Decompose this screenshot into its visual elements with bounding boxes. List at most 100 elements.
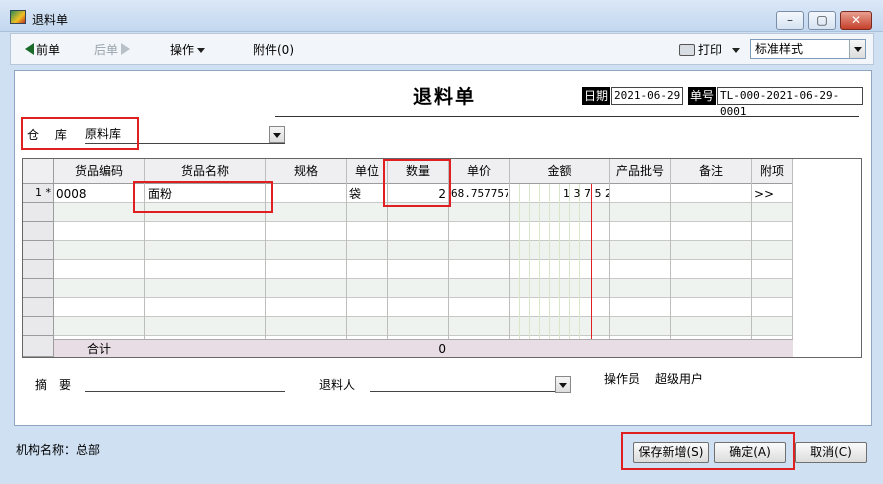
attachment-button[interactable]: 附件(0) [253, 41, 294, 58]
table-row[interactable] [23, 222, 793, 241]
col-divider [509, 159, 510, 357]
remark-input[interactable] [85, 391, 285, 392]
cell-batch[interactable] [612, 185, 669, 203]
amount-digit-line [579, 184, 580, 357]
row-header[interactable] [23, 241, 54, 260]
save-new-button[interactable]: 保存新增(S) [633, 442, 709, 463]
amount-digit-line [529, 184, 530, 357]
row-header[interactable] [23, 222, 54, 241]
minimize-button[interactable]: – [776, 11, 804, 30]
col-header-amount[interactable]: 金额 [510, 159, 610, 184]
col-header-note[interactable]: 备注 [671, 159, 752, 184]
form-panel: 退料单 日期 2021-06-29 单号 TL-000-2021-06-29-0… [14, 70, 872, 426]
returner-select[interactable] [370, 391, 570, 392]
col-header-extra[interactable]: 附项 [752, 159, 793, 184]
number-field[interactable]: TL-000-2021-06-29-0001 [717, 87, 863, 118]
summary-label: 合计 [87, 342, 112, 356]
org-name: 机构名称：总部 [16, 443, 101, 457]
close-button[interactable]: ✕ [840, 11, 872, 30]
next-button[interactable]: 后单 [94, 41, 131, 58]
print-style-select[interactable]: 标准样式 [750, 39, 866, 59]
form-title: 退料单 [413, 86, 477, 108]
col-header-qty[interactable]: 数量 [388, 159, 449, 184]
chevron-down-icon [732, 48, 741, 53]
amount-digit-line [549, 184, 550, 357]
col-header-batch[interactable]: 产品批号 [610, 159, 671, 184]
title-bar: 退料单 – ▢ ✕ [0, 0, 883, 32]
dropdown-arrow-icon[interactable] [269, 126, 285, 143]
col-divider [144, 159, 145, 357]
row-header[interactable] [23, 298, 54, 317]
table-row[interactable] [23, 203, 793, 222]
cell-price[interactable]: 68.757757 [451, 185, 508, 203]
table-row[interactable] [23, 279, 793, 298]
col-divider [792, 159, 793, 357]
table-row[interactable] [23, 260, 793, 279]
date-field[interactable]: 2021-06-29 [611, 87, 683, 105]
cell-note[interactable] [673, 185, 750, 203]
col-divider [387, 159, 388, 357]
print-button[interactable]: 打印 [679, 41, 741, 58]
col-header-unit[interactable]: 单位 [347, 159, 388, 184]
cell-spec[interactable] [268, 185, 344, 203]
cell-code[interactable]: 0008 [56, 185, 142, 203]
operator-value: 超级用户 [655, 372, 704, 386]
grid-corner [23, 159, 54, 184]
cell-amount[interactable]: 1 3 7 5 2 [563, 185, 609, 203]
remark-label: 摘 要 [35, 378, 72, 392]
chevron-down-icon [197, 48, 206, 53]
print-label: 打印 [698, 43, 723, 57]
number-label: 单号 [688, 87, 717, 105]
amount-decimal-line [591, 184, 592, 357]
col-header-name[interactable]: 货品名称 [145, 159, 266, 184]
table-row[interactable] [23, 298, 793, 317]
maximize-button[interactable]: ▢ [808, 11, 836, 30]
row-header[interactable] [23, 203, 54, 222]
print-style-value: 标准样式 [755, 42, 804, 56]
app-icon [10, 10, 26, 24]
confirm-button[interactable]: 确定(A) [714, 442, 786, 463]
cell-name[interactable]: 面粉 [148, 185, 264, 203]
cell-qty[interactable]: 2 [389, 185, 446, 203]
row-header[interactable] [23, 317, 54, 336]
dropdown-arrow-icon[interactable] [555, 376, 571, 393]
arrow-left-icon [25, 43, 34, 55]
col-divider [448, 159, 449, 357]
printer-icon [679, 44, 695, 56]
title-divider [275, 116, 859, 117]
col-divider [609, 159, 610, 357]
summary-qty: 0 [438, 342, 446, 356]
amount-digit-line [539, 184, 540, 357]
col-divider [346, 159, 347, 357]
table-row[interactable] [23, 241, 793, 260]
col-header-price[interactable]: 单价 [449, 159, 510, 184]
returner-label: 退料人 [319, 378, 356, 392]
amount-digit-line [559, 184, 560, 357]
table-row[interactable] [23, 317, 793, 336]
row-header[interactable] [23, 279, 54, 298]
operate-label: 操作 [170, 43, 195, 57]
row-header[interactable]: 1 * [23, 184, 54, 203]
warehouse-select[interactable]: 原料库 [85, 125, 285, 144]
cell-extra-expand[interactable]: >> [754, 185, 791, 203]
col-divider [751, 159, 752, 357]
col-header-spec[interactable]: 规格 [266, 159, 347, 184]
col-divider [670, 159, 671, 357]
cell-unit[interactable]: 袋 [349, 185, 385, 203]
row-header[interactable] [23, 336, 54, 357]
col-header-code[interactable]: 货品编码 [54, 159, 145, 184]
operator-label: 操作员 [604, 372, 641, 386]
amount-digit-line [519, 184, 520, 357]
dropdown-arrow-icon[interactable] [849, 40, 865, 58]
prev-button[interactable]: 前单 [25, 41, 60, 58]
col-divider [265, 159, 266, 357]
arrow-right-icon [121, 43, 131, 55]
operate-menu[interactable]: 操作 [170, 41, 206, 58]
prev-label: 前单 [36, 43, 61, 57]
item-grid: 货品编码 货品名称 规格 单位 数量 单价 金额 产品批号 备注 附项 1 * [22, 158, 862, 358]
warehouse-value: 原料库 [85, 127, 122, 141]
cancel-button[interactable]: 取消(C) [795, 442, 867, 463]
row-header[interactable] [23, 260, 54, 279]
date-label: 日期 [582, 87, 611, 105]
warehouse-label: 仓 库 [27, 128, 67, 142]
